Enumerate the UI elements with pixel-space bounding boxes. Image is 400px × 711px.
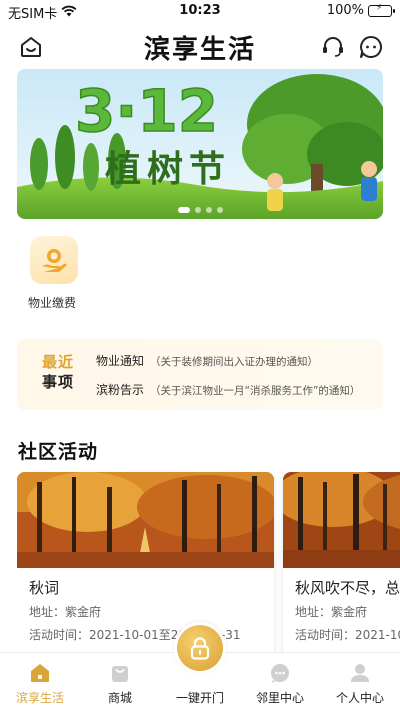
tab-label: 个人中心 xyxy=(335,691,384,705)
activity-title: 秋风吹不尽，总是玉关情 xyxy=(295,579,400,597)
promo-banner[interactable]: 3·12 植树节 xyxy=(17,69,383,219)
banner-dot[interactable] xyxy=(205,207,212,213)
tab-home[interactable]: 滨享生活 xyxy=(0,653,80,706)
recent-notices: 最近 事项 物业通知 （关于装修期间出入证办理的通知） 滨粉告示 （关于滨江物业一月… xyxy=(17,339,383,410)
tab-label: 滨享生活 xyxy=(15,691,64,705)
activity-time: 活动时间：2021-10-01至2021-10-31 xyxy=(295,628,400,642)
notice-desc: （关于装修期间出入证办理的通知） xyxy=(150,356,319,368)
notice-title: 物业通知 xyxy=(96,354,145,368)
customer-service-icon[interactable] xyxy=(320,34,346,60)
activity-address: 地址：紫金府 xyxy=(29,605,102,619)
notice-desc: （关于滨江物业一月“消杀服务工作”的通知） xyxy=(150,385,361,397)
activity-title: 秋词 xyxy=(29,579,60,597)
status-bar: 无SIM卡 10:23 100% xyxy=(0,0,400,22)
activity-address: 地址：紫金府 xyxy=(295,605,368,619)
tab-label: 邻里中心 xyxy=(255,691,304,705)
quick-action-label: 物业缴费 xyxy=(27,296,76,310)
one-tap-unlock-button[interactable] xyxy=(174,622,226,674)
message-icon[interactable] xyxy=(358,34,384,60)
status-right: 100% xyxy=(326,3,395,18)
chat-bubbles-icon xyxy=(268,661,292,685)
battery-percent: 100% xyxy=(326,3,364,18)
shopping-bag-icon xyxy=(108,661,132,685)
section-title-activities: 社区活动 xyxy=(18,441,99,463)
payment-hand-icon xyxy=(30,236,78,284)
header: 滨享生活 xyxy=(0,24,400,70)
activity-photo xyxy=(17,472,274,568)
person-icon xyxy=(348,661,372,685)
recent-tag-line2: 事项 xyxy=(41,373,74,391)
tab-label: 一键开门 xyxy=(175,691,224,705)
tab-label: 商城 xyxy=(107,691,132,705)
recent-tag: 最近 事项 xyxy=(37,352,79,392)
banner-festival-title: 植树节 xyxy=(105,148,231,190)
tab-profile[interactable]: 个人中心 xyxy=(320,653,400,706)
notice-item[interactable]: 滨粉告示 （关于滨江物业一月“消杀服务工作”的通知） xyxy=(96,381,360,398)
quick-action-property-payment[interactable]: 物业缴费 xyxy=(24,236,84,311)
banner-dot[interactable] xyxy=(216,207,223,213)
banner-dot[interactable] xyxy=(177,207,190,213)
battery-icon xyxy=(368,4,395,17)
activity-card[interactable]: 秋词 地址：紫金府 活动时间：2021-10-01至2021-10-31 xyxy=(17,472,274,652)
recent-tag-line1: 最近 xyxy=(41,353,74,371)
activity-card[interactable]: 秋风吹不尽，总是玉关情 地址：紫金府 活动时间：2021-10-01至2021-… xyxy=(283,472,400,652)
notice-item[interactable]: 物业通知 （关于装修期间出入证办理的通知） xyxy=(96,352,318,369)
banner-dot[interactable] xyxy=(194,207,201,213)
banner-number: 3·12 xyxy=(75,77,218,145)
tab-mall[interactable]: 商城 xyxy=(80,653,160,706)
lock-icon xyxy=(177,625,223,671)
notice-title: 滨粉告示 xyxy=(96,383,145,397)
banner-pagination xyxy=(17,207,383,213)
tab-neighborhood[interactable]: 邻里中心 xyxy=(240,653,320,706)
activity-photo xyxy=(283,472,400,568)
home-icon xyxy=(28,661,52,685)
